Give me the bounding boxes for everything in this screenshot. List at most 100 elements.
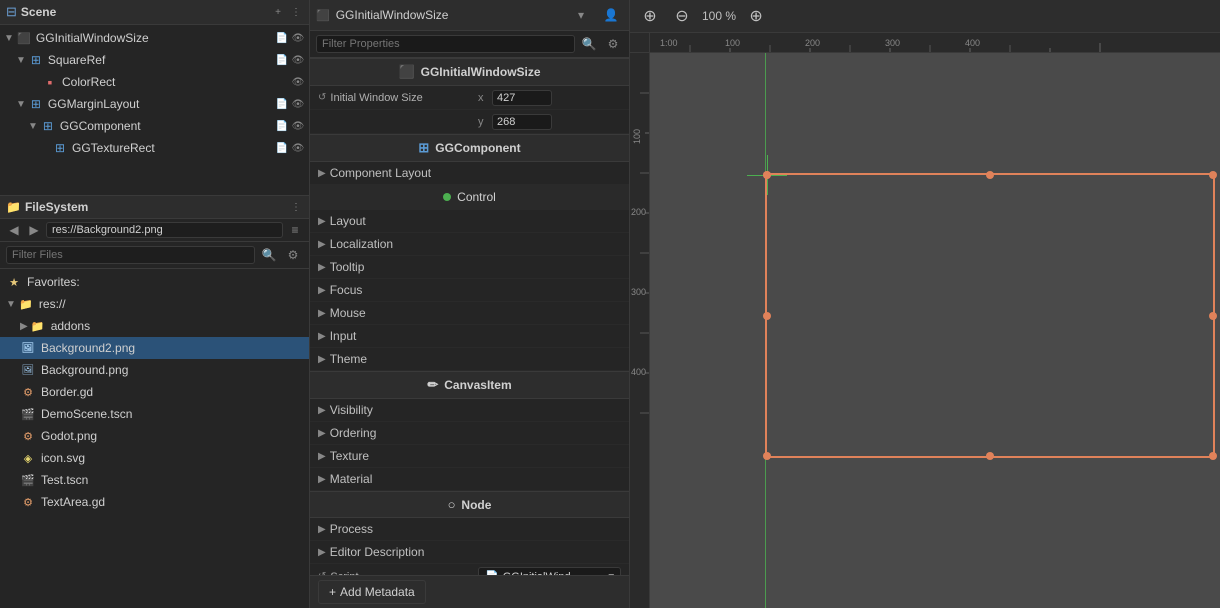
filesystem-filter-input[interactable] xyxy=(6,246,255,264)
group-mouse[interactable]: ▶ Mouse xyxy=(310,302,629,325)
tree-script-icon-1[interactable]: 📄 xyxy=(275,53,289,67)
arrow-ordering: ▶ xyxy=(318,428,326,439)
fs-item-addons[interactable]: ▶ 📁 addons xyxy=(0,315,309,337)
handle-bottom-middle[interactable] xyxy=(986,452,994,460)
filesystem-menu-button[interactable]: ⋮ xyxy=(289,200,303,214)
x-axis-label: x xyxy=(478,92,488,104)
group-input[interactable]: ▶ Input xyxy=(310,325,629,348)
group-focus[interactable]: ▶ Focus xyxy=(310,279,629,302)
left-panel: ⊟ Scene + ⋮ ▼ ⬛ GGInitialWindowSize 📄 👁 xyxy=(0,0,310,608)
group-process[interactable]: ▶ Process xyxy=(310,518,629,541)
zoom-level: 100 % xyxy=(702,9,736,23)
tree-visibility-icon-1[interactable]: 👁 xyxy=(291,53,305,67)
tree-item-squareRef[interactable]: ▼ ⊞ SquareRef 📄 👁 xyxy=(0,49,309,71)
tree-item-ggMarginLayout[interactable]: ▼ ⊞ GGMarginLayout 📄 👁 xyxy=(0,93,309,115)
filter-search-icon[interactable]: 🔍 xyxy=(259,245,279,265)
tree-visibility-icon-2[interactable]: 👁 xyxy=(291,75,305,89)
group-ordering[interactable]: ▶ Ordering xyxy=(310,422,629,445)
fs-collapse-res: ▼ xyxy=(6,299,16,310)
reset-icon-window-size[interactable]: ↺ xyxy=(318,92,326,103)
inspector-user-icon[interactable]: 👤 xyxy=(599,3,623,27)
filter-options-icon[interactable]: ⚙ xyxy=(283,245,303,265)
handle-top-middle[interactable] xyxy=(986,171,994,179)
fs-label-test: Test.tscn xyxy=(41,473,88,487)
window-size-y-input[interactable] xyxy=(492,114,552,130)
group-layout[interactable]: ▶ Layout xyxy=(310,210,629,233)
group-visibility[interactable]: ▶ Visibility xyxy=(310,399,629,422)
add-metadata-button[interactable]: + Add Metadata xyxy=(318,580,426,604)
handle-bottom-right[interactable] xyxy=(1209,452,1217,460)
ruler-horizontal: 1:00 100 200 300 400 xyxy=(650,33,1220,53)
group-tooltip[interactable]: ▶ Tooltip xyxy=(310,256,629,279)
tree-visibility-icon-5[interactable]: 👁 xyxy=(291,141,305,155)
tree-visibility-icon-0[interactable]: 👁 xyxy=(291,31,305,45)
group-theme[interactable]: ▶ Theme xyxy=(310,348,629,371)
fs-item-godot[interactable]: ⚙ Godot.png xyxy=(0,425,309,447)
inspector-filter-input[interactable] xyxy=(316,35,575,53)
fs-item-background2[interactable]: 🖼 Background2.png xyxy=(0,337,309,359)
svg-icon-icon: ◈ xyxy=(20,450,36,466)
group-label-mouse: Mouse xyxy=(330,306,366,320)
path-display: res://Background2.png xyxy=(46,222,283,238)
filter-properties-search-icon[interactable]: 🔍 xyxy=(579,34,599,54)
ruler-vertical: 100 200 300 400 xyxy=(630,53,650,608)
fs-collapse-addons: ▶ xyxy=(20,321,28,332)
nav-forward-button[interactable]: ▶ xyxy=(26,222,42,238)
window-node-icon: ⬛ xyxy=(16,30,32,46)
viewport-zoom-minus-button[interactable]: ⊖ xyxy=(670,4,694,28)
script-selector[interactable]: 📄 GGInitialWind... ▾ xyxy=(478,567,621,575)
fs-favorites-header[interactable]: ★ Favorites: xyxy=(0,271,309,293)
viewport-zoom-plus-button[interactable]: ⊕ xyxy=(744,4,768,28)
viewport-crosshair-icon[interactable]: ⊕ xyxy=(638,4,662,28)
tree-script-icon-4[interactable]: 📄 xyxy=(275,119,289,133)
section-canvasItem[interactable]: ✏ CanvasItem xyxy=(310,371,629,399)
tree-item-ggComponent[interactable]: ▼ ⊞ GGComponent 📄 👁 xyxy=(0,115,309,137)
nav-layout-button[interactable]: ≡ xyxy=(287,222,303,238)
handle-middle-right[interactable] xyxy=(1209,312,1217,320)
texture-rect-icon: ⊞ xyxy=(52,140,68,156)
group-label-theme: Theme xyxy=(330,352,367,366)
window-size-x-input[interactable] xyxy=(492,90,552,106)
group-editorDescription[interactable]: ▶ Editor Description xyxy=(310,541,629,564)
fs-item-test[interactable]: 🎬 Test.tscn xyxy=(0,469,309,491)
group-texture[interactable]: ▶ Texture xyxy=(310,445,629,468)
fs-item-icon[interactable]: ◈ icon.svg xyxy=(0,447,309,469)
section-ggComponent[interactable]: ⊞ GGComponent xyxy=(310,134,629,162)
viewport-canvas[interactable]: 1:00 100 200 300 400 xyxy=(630,33,1220,608)
control-status-row: Control xyxy=(310,185,629,210)
nav-back-button[interactable]: ◀ xyxy=(6,222,22,238)
tree-label-squareRef: SquareRef xyxy=(48,53,275,67)
group-localization[interactable]: ▶ Localization xyxy=(310,233,629,256)
tree-visibility-icon-4[interactable]: 👁 xyxy=(291,119,305,133)
tree-script-icon-0[interactable]: 📄 xyxy=(275,31,289,45)
tree-script-icon-3[interactable]: 📄 xyxy=(275,97,289,111)
arrow-texture: ▶ xyxy=(318,451,326,462)
section-ggInitialWindowSize[interactable]: ⬛ GGInitialWindowSize xyxy=(310,58,629,86)
tree-item-ggTextureRect[interactable]: ⊞ GGTextureRect 📄 👁 xyxy=(0,137,309,159)
fs-item-background[interactable]: 🖼 Background.png xyxy=(0,359,309,381)
group-componentLayout[interactable]: ▶ Component Layout xyxy=(310,162,629,185)
handle-top-left[interactable] xyxy=(763,171,771,179)
tree-item-ggInitialWindowSize[interactable]: ▼ ⬛ GGInitialWindowSize 📄 👁 xyxy=(0,27,309,49)
inspector-dropdown-button[interactable]: ▾ xyxy=(571,5,591,25)
handle-bottom-left[interactable] xyxy=(763,452,771,460)
fs-item-demoScene[interactable]: 🎬 DemoScene.tscn xyxy=(0,403,309,425)
tree-visibility-icon-3[interactable]: 👁 xyxy=(291,97,305,111)
tree-script-icon-5[interactable]: 📄 xyxy=(275,141,289,155)
handle-middle-left[interactable] xyxy=(763,312,771,320)
collapse-arrow-root: ▼ xyxy=(4,33,14,44)
tree-item-colorRect[interactable]: ▪ ColorRect 👁 xyxy=(0,71,309,93)
canvas-drawing-area[interactable] xyxy=(650,53,1220,608)
scene-menu-button[interactable]: ⋮ xyxy=(289,5,303,19)
section-node[interactable]: ○ Node xyxy=(310,491,629,518)
group-label-material: Material xyxy=(330,472,373,486)
scene-rect[interactable] xyxy=(765,173,1215,458)
tree-label-ggMarginLayout: GGMarginLayout xyxy=(48,97,275,111)
group-material[interactable]: ▶ Material xyxy=(310,468,629,491)
filter-properties-options-icon[interactable]: ⚙ xyxy=(603,34,623,54)
fs-item-res[interactable]: ▼ 📁 res:// xyxy=(0,293,309,315)
handle-top-right[interactable] xyxy=(1209,171,1217,179)
scene-add-button[interactable]: + xyxy=(271,5,285,19)
fs-item-border[interactable]: ⚙ Border.gd xyxy=(0,381,309,403)
fs-item-textarea[interactable]: ⚙ TextArea.gd xyxy=(0,491,309,513)
